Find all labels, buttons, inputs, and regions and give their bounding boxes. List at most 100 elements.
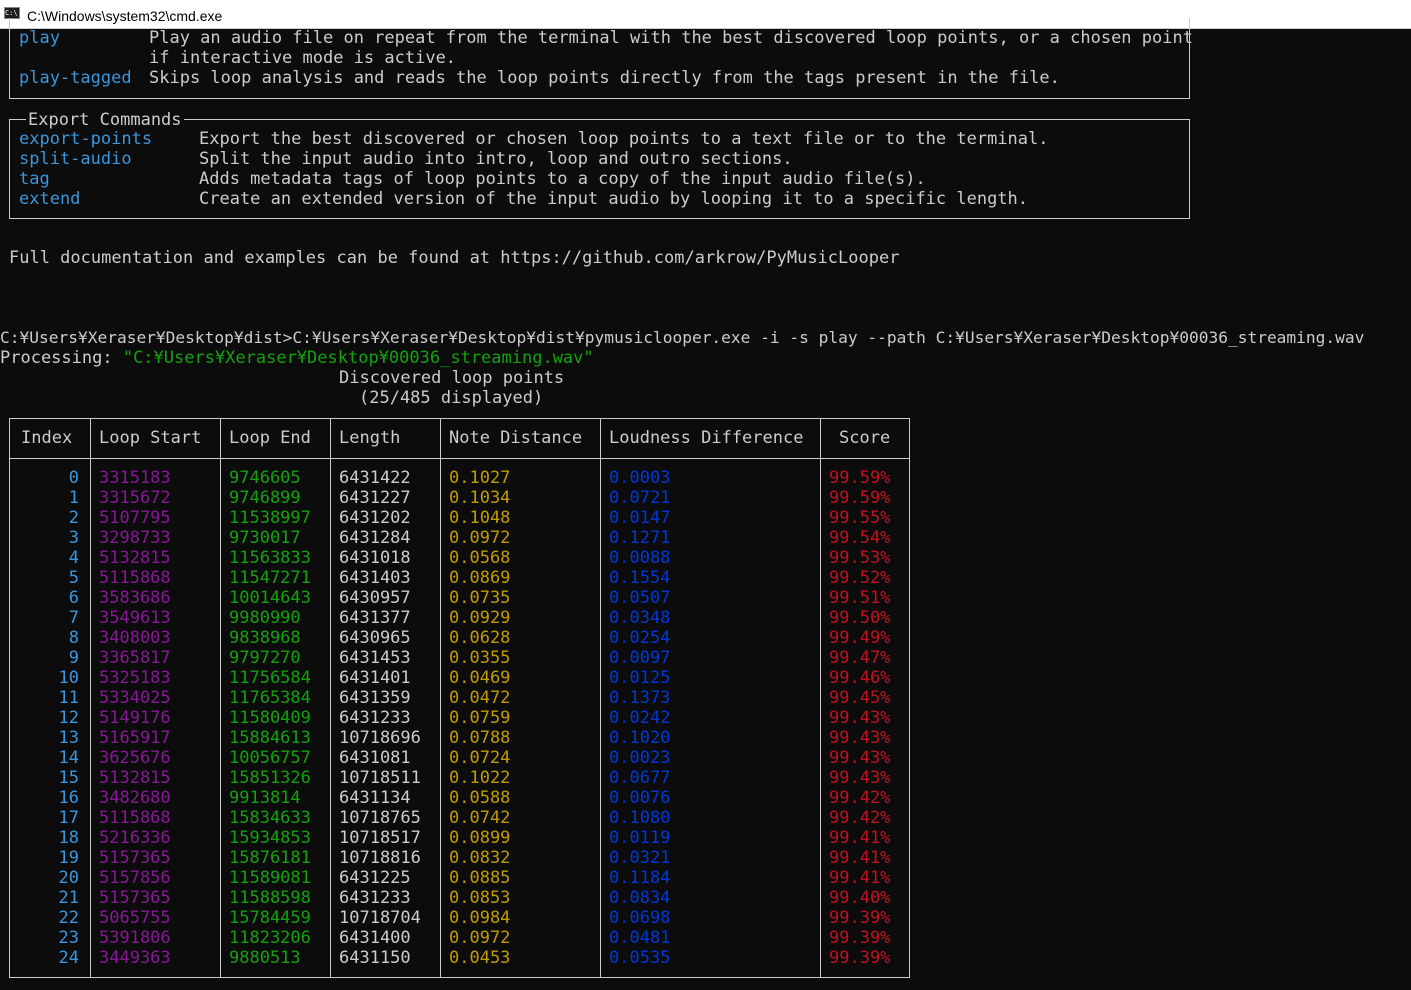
cell-note-distance: 0.0853 <box>449 888 511 908</box>
cell-loudness-difference: 0.0003 <box>609 468 671 488</box>
cell-length: 10718511 <box>339 768 421 788</box>
cell-index: 7 <box>68 608 79 628</box>
cell-index: 8 <box>68 628 79 648</box>
cell-score: 99.59% <box>829 468 891 488</box>
header-loudness-difference: Loudness Difference <box>609 428 804 448</box>
cell-note-distance: 0.1027 <box>449 468 511 488</box>
cell-loudness-difference: 0.0254 <box>609 628 671 648</box>
cell-loop-start: 5065755 <box>99 908 171 928</box>
cell-length: 10718517 <box>339 828 421 848</box>
table-row: 19 5157365 15876181 10718816 0.0832 0.0321 99.… <box>10 848 909 868</box>
cell-loudness-difference: 0.0125 <box>609 668 671 688</box>
cell-loudness-difference: 0.0097 <box>609 648 671 668</box>
cell-length: 6431018 <box>339 548 411 568</box>
cell-note-distance: 0.0972 <box>449 528 511 548</box>
cell-index: 3 <box>68 528 79 548</box>
cell-loop-end: 15851326 <box>229 768 311 788</box>
cell-note-distance: 0.0929 <box>449 608 511 628</box>
cell-index: 19 <box>58 848 79 868</box>
cell-score: 99.39% <box>829 908 891 928</box>
cell-loop-end: 9913814 <box>229 788 301 808</box>
cell-index: 24 <box>58 948 79 968</box>
cell-note-distance: 0.1022 <box>449 768 511 788</box>
cell-loop-start: 3583686 <box>99 588 171 608</box>
cell-score: 99.51% <box>829 588 891 608</box>
cell-loudness-difference: 0.1080 <box>609 808 671 828</box>
cell-length: 6431359 <box>339 688 411 708</box>
command-desc-split-audio: Split the input audio into intro, loop a… <box>199 149 793 169</box>
cell-loop-start: 3482680 <box>99 788 171 808</box>
table-row: 0 3315183 9746605 6431422 0.1027 0.0003 99.59% <box>10 468 909 488</box>
cell-loop-start: 3298733 <box>99 528 171 548</box>
cell-loop-end: 9980990 <box>229 608 301 628</box>
header-note-distance: Note Distance <box>449 428 583 448</box>
cell-loudness-difference: 0.0147 <box>609 508 671 528</box>
header-index: Index <box>21 428 73 448</box>
cell-loudness-difference: 0.0321 <box>609 848 671 868</box>
cell-index: 14 <box>58 748 79 768</box>
table-row: 11 5334025 11765384 6431359 0.0472 0.1373 99.4… <box>10 688 909 708</box>
cell-index: 17 <box>58 808 79 828</box>
cell-note-distance: 0.0453 <box>449 948 511 968</box>
cell-length: 6431233 <box>339 888 411 908</box>
cell-index: 4 <box>68 548 79 568</box>
cell-length: 10718704 <box>339 908 421 928</box>
cell-length: 6431233 <box>339 708 411 728</box>
table-row: 12 5149176 11580409 6431233 0.0759 0.0242 99.4… <box>10 708 909 728</box>
command-name-play-tagged: play-tagged <box>19 68 132 88</box>
export-commands-panel: Export Commands export-points Export the… <box>9 110 1190 219</box>
cell-loop-end: 9880513 <box>229 948 301 968</box>
cell-score: 99.54% <box>829 528 891 548</box>
cell-index: 15 <box>58 768 79 788</box>
cell-loudness-difference: 0.0119 <box>609 828 671 848</box>
terminal-area[interactable]: play Play an audio file on repeat from t… <box>0 18 1411 990</box>
cell-score: 99.41% <box>829 868 891 888</box>
cell-index: 13 <box>58 728 79 748</box>
cell-loudness-difference: 0.1184 <box>609 868 671 888</box>
table-row: 22 5065755 15784459 10718704 0.0984 0.0698 99.… <box>10 908 909 928</box>
cell-loop-end: 15834633 <box>229 808 311 828</box>
cell-note-distance: 0.0735 <box>449 588 511 608</box>
cell-length: 6431403 <box>339 568 411 588</box>
cell-loop-end: 11563833 <box>229 548 311 568</box>
cell-loudness-difference: 0.0698 <box>609 908 671 928</box>
cell-index: 5 <box>68 568 79 588</box>
cell-note-distance: 0.0568 <box>449 548 511 568</box>
commands-panel: play Play an audio file on repeat from t… <box>9 18 1193 99</box>
command-desc-tag: Adds metadata tags of loop points to a c… <box>199 169 926 189</box>
cell-loop-end: 9838968 <box>229 628 301 648</box>
cell-length: 6431150 <box>339 948 411 968</box>
cell-score: 99.42% <box>829 788 891 808</box>
cell-loop-start: 5391806 <box>99 928 171 948</box>
cell-loop-end: 9730017 <box>229 528 301 548</box>
cell-note-distance: 0.0742 <box>449 808 511 828</box>
cell-loop-end: 15884613 <box>229 728 311 748</box>
cell-score: 99.55% <box>829 508 891 528</box>
cell-length: 6431422 <box>339 468 411 488</box>
cell-loop-end: 11756584 <box>229 668 311 688</box>
cell-index: 1 <box>68 488 79 508</box>
cell-note-distance: 0.0984 <box>449 908 511 928</box>
cell-score: 99.39% <box>829 928 891 948</box>
cell-loudness-difference: 0.0507 <box>609 588 671 608</box>
header-length: Length <box>339 428 401 448</box>
cell-loudness-difference: 0.0348 <box>609 608 671 628</box>
cell-length: 6431202 <box>339 508 411 528</box>
cell-score: 99.52% <box>829 568 891 588</box>
cell-length: 6431377 <box>339 608 411 628</box>
cell-score: 99.46% <box>829 668 891 688</box>
cell-note-distance: 0.0355 <box>449 648 511 668</box>
cell-loop-end: 15934853 <box>229 828 311 848</box>
cell-score: 99.40% <box>829 888 891 908</box>
cell-score: 99.41% <box>829 828 891 848</box>
cell-loop-start: 5115868 <box>99 568 171 588</box>
cell-loop-start: 5157365 <box>99 848 171 868</box>
command-desc-extend: Create an extended version of the input … <box>199 189 1029 209</box>
cell-loudness-difference: 0.0481 <box>609 928 671 948</box>
table-row: 9 3365817 9797270 6431453 0.0355 0.0097 99.47% <box>10 648 909 668</box>
cell-index: 9 <box>68 648 79 668</box>
command-name-export-points: export-points <box>19 129 153 149</box>
cell-loudness-difference: 0.0076 <box>609 788 671 808</box>
cell-loop-start: 3625676 <box>99 748 171 768</box>
cell-loop-start: 3549613 <box>99 608 171 628</box>
